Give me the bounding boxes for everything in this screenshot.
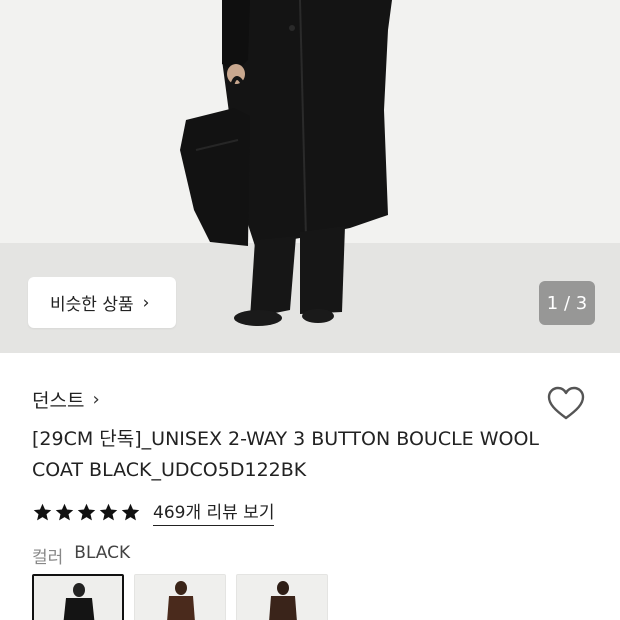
rating-row: 469개 리뷰 보기 bbox=[32, 498, 275, 526]
similar-products-label: 비슷한 상품 bbox=[50, 295, 134, 315]
swatch-brown[interactable] bbox=[134, 574, 226, 620]
chevron-right-icon: › bbox=[142, 292, 150, 313]
similar-products-button[interactable]: 비슷한 상품 › bbox=[28, 277, 176, 328]
star-icon bbox=[77, 503, 96, 520]
swatch-dark-brown[interactable] bbox=[236, 574, 328, 620]
star-icon bbox=[121, 503, 140, 520]
color-label: 컬러 bbox=[32, 548, 64, 568]
brand-link[interactable]: 던스트 › bbox=[32, 386, 100, 413]
star-icon bbox=[33, 503, 52, 520]
product-image-gallery[interactable]: 비슷한 상품 › 1 / 3 bbox=[0, 0, 620, 353]
color-row: 컬러 BLACK bbox=[32, 543, 130, 568]
review-link[interactable]: 469개 리뷰 보기 bbox=[153, 498, 275, 526]
star-icon bbox=[55, 503, 74, 520]
swatch-thumbnail bbox=[237, 575, 327, 620]
heart-icon[interactable] bbox=[545, 383, 587, 425]
color-swatches bbox=[32, 574, 328, 620]
brand-name: 던스트 bbox=[32, 390, 85, 412]
product-title: [29CM 단독]_UNISEX 2-WAY 3 BUTTON BOUCLE W… bbox=[32, 428, 539, 481]
image-counter: 1 / 3 bbox=[539, 281, 595, 325]
swatch-thumbnail bbox=[135, 575, 225, 620]
swatch-thumbnail bbox=[34, 576, 122, 620]
star-icon bbox=[99, 503, 118, 520]
color-value: BLACK bbox=[74, 543, 131, 563]
rating-stars bbox=[32, 502, 141, 523]
chevron-right-icon: › bbox=[92, 389, 100, 410]
swatch-black[interactable] bbox=[32, 574, 124, 620]
